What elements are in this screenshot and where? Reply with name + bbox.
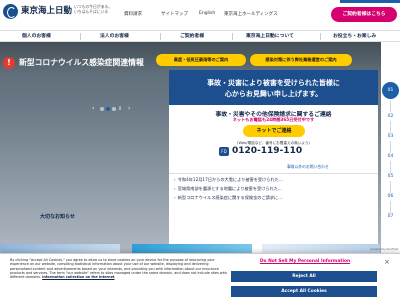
- tagline: いつもの今日がある。いちばんそばにいる: [74, 4, 112, 14]
- util-link-sitemap[interactable]: サイトマップ: [161, 11, 188, 17]
- site-header: 東京海上日動 いつもの今日がある。いちばんそばにいる 資料請求 サイトマップ E…: [0, 0, 400, 30]
- close-icon[interactable]: ×: [384, 258, 390, 266]
- rail-line: [390, 121, 391, 133]
- reject-all-label: Reject All: [292, 274, 316, 279]
- onetrust-credit: powered by OneTrust: [370, 248, 398, 251]
- divider: [169, 173, 378, 174]
- other-inquiries-link[interactable]: 事故以外のお問い合わせ: [287, 164, 329, 170]
- rail-line: [390, 201, 391, 213]
- claims-subtitle: ネットもお電話も24時間365日受付中です: [232, 117, 315, 122]
- util-link-english[interactable]: English: [199, 11, 215, 16]
- online-report-button[interactable]: ネットでご連絡: [243, 125, 305, 137]
- carousel-dot-active[interactable]: [106, 107, 110, 111]
- rail-item-02[interactable]: 02: [381, 114, 400, 119]
- rail-item-05[interactable]: 05: [381, 174, 400, 179]
- rail-item-01[interactable]: 01: [382, 82, 399, 99]
- do-not-sell-link[interactable]: Do Not Sell My Personal Information: [250, 259, 360, 264]
- accept-all-button[interactable]: Accept All Cookies: [231, 286, 377, 297]
- nav-item-policyholders[interactable]: ご契約者様: [180, 31, 204, 42]
- freedial[interactable]: FD 0120-119-110: [219, 146, 329, 158]
- important-notice-heading: 大切なお知らせ: [40, 214, 75, 220]
- accept-all-label: Accept All Cookies: [281, 289, 327, 294]
- logo-text[interactable]: 東京海上日動: [21, 4, 72, 16]
- panel-header-line1: 事故・災害により被害を受けられた皆様に: [207, 79, 340, 87]
- rail-line: [390, 181, 391, 193]
- online-report-label: ネットでご連絡: [256, 128, 292, 134]
- info-link-snow[interactable]: 令和4年12月17日からの大雪により被害を受けられた...: [174, 177, 374, 183]
- carousel-pause-icon[interactable]: II: [119, 106, 125, 112]
- nav-divider: [232, 33, 233, 40]
- cookie-text: By clicking "Accept All Cookies," you ag…: [10, 258, 228, 279]
- alert-icon: !: [3, 57, 15, 69]
- section-rail: 01 02 03 04 05 06 07: [381, 42, 400, 264]
- phone-number[interactable]: 0120-119-110: [232, 146, 302, 156]
- info-link-earthquake[interactable]: 宮城県南部を震源とする地震により被害を受けられた...: [174, 186, 374, 192]
- reject-all-button[interactable]: Reject All: [231, 271, 377, 282]
- util-link-holdings[interactable]: 東京海上ホールディングス: [224, 11, 278, 17]
- rail-item-07[interactable]: 07: [381, 214, 400, 219]
- nav-item-useful[interactable]: お役立ち・お楽しみ: [333, 31, 376, 42]
- header-accent-bar: [340, 0, 400, 3]
- rail-item-06[interactable]: 06: [381, 194, 400, 199]
- carousel-prev-icon[interactable]: ‹: [92, 106, 98, 112]
- panel-header: 事故・災害により被害を受けられた皆様に 心からお見舞い申し上げます。: [169, 70, 378, 105]
- rail-line: [390, 100, 391, 112]
- carousel-dot[interactable]: [112, 107, 116, 111]
- nav-item-about[interactable]: 東京海上日動について: [246, 31, 294, 42]
- nav-item-corporate[interactable]: 法人のお客様: [100, 31, 129, 42]
- cookie-banner: By clicking "Accept All Cookies," you ag…: [0, 253, 400, 300]
- carousel-dot[interactable]: [100, 107, 104, 111]
- rail-item-03[interactable]: 03: [381, 134, 400, 139]
- nav-item-personal[interactable]: 個人のお客様: [22, 31, 51, 42]
- nav-divider: [320, 33, 321, 40]
- covid-headline-link[interactable]: 新型コロナウイルス感染症関連情報: [19, 57, 169, 68]
- util-link-brochure[interactable]: 資料請求: [124, 11, 142, 17]
- freedial-icon: FD: [219, 147, 229, 156]
- nav-divider: [160, 33, 161, 40]
- info-collection-link[interactable]: Information collection on the Internet: [42, 275, 114, 279]
- info-link-covid-claims[interactable]: 新型コロナウイルス感染症に関する保険金のご請求に...: [174, 195, 374, 201]
- weather-info-label: 高度・低気圧豪雨等のご案内: [173, 57, 229, 62]
- rail-line: [390, 161, 391, 173]
- infection-measures-label: 感染対策に伴う弊社業務運営のご案内: [265, 57, 337, 62]
- rail-line: [390, 141, 391, 153]
- contract-holder-button[interactable]: ご契約者様はこちら: [331, 7, 397, 22]
- carousel-next-icon[interactable]: ›: [128, 106, 134, 112]
- nav-divider: [80, 33, 81, 40]
- logo-icon[interactable]: [3, 4, 18, 19]
- infection-measures-button[interactable]: 感染対策に伴う弊社業務運営のご案内: [250, 54, 352, 66]
- contract-holder-label: ご契約者様はこちら: [342, 12, 386, 17]
- rail-item-04[interactable]: 04: [381, 154, 400, 159]
- disaster-panel: 事故・災害により被害を受けられた皆様に 心からお見舞い申し上げます。 事故・災害…: [169, 70, 378, 264]
- main-nav: 個人のお客様 法人のお客様 ご契約者様 東京海上日動について お役立ち・お楽しみ: [0, 30, 400, 42]
- weather-info-button[interactable]: 高度・低気圧豪雨等のご案内: [156, 54, 246, 66]
- panel-header-line2: 心からお見舞い申し上げます。: [224, 90, 323, 98]
